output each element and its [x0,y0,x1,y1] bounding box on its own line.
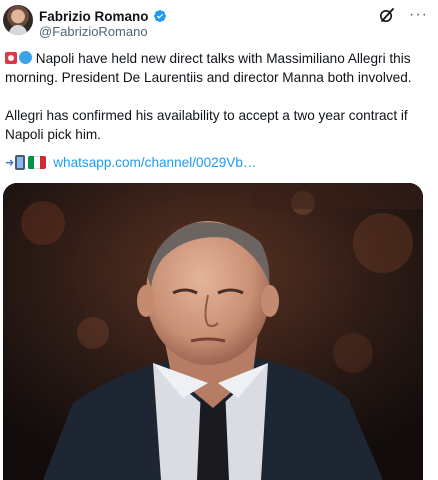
italy-flag-emoji-icon [28,156,47,169]
pin-emoji-icon [5,52,17,64]
tweet-text: Napoli have held new direct talks with M… [5,49,430,144]
author-display-name[interactable]: Fabrizio Romano [39,9,149,24]
tweet-card[interactable]: Fabrizio Romano @FabrizioRomano ··· Napo… [0,0,438,480]
verified-badge-icon [153,10,166,22]
tweet-media-photo[interactable] [3,183,423,480]
author-avatar[interactable] [3,5,33,35]
more-options-icon[interactable]: ··· [409,7,428,23]
blue-circle-emoji-icon [19,51,32,64]
arrow-emoji-icon: ➜ [5,157,15,169]
whatsapp-channel-link[interactable]: whatsapp.com/channel/0029Vb… [53,155,256,170]
mobile-phone-emoji-icon [15,155,26,170]
tweet-paragraph-1: Napoli have held new direct talks with M… [5,49,430,87]
photo-illustration [3,183,423,480]
tweet-link-line: ➜ whatsapp.com/channel/0029Vb… [5,155,257,170]
tweet-top-actions: ··· [379,7,428,23]
tweet-paragraph-1-text: Napoli have held new direct talks with M… [5,51,412,85]
grok-icon[interactable] [379,7,395,23]
tweet-paragraph-2: Allegri has confirmed his availability t… [5,108,408,142]
author-handle[interactable]: @FabrizioRomano [39,24,148,39]
author-name-row: Fabrizio Romano [39,8,167,24]
